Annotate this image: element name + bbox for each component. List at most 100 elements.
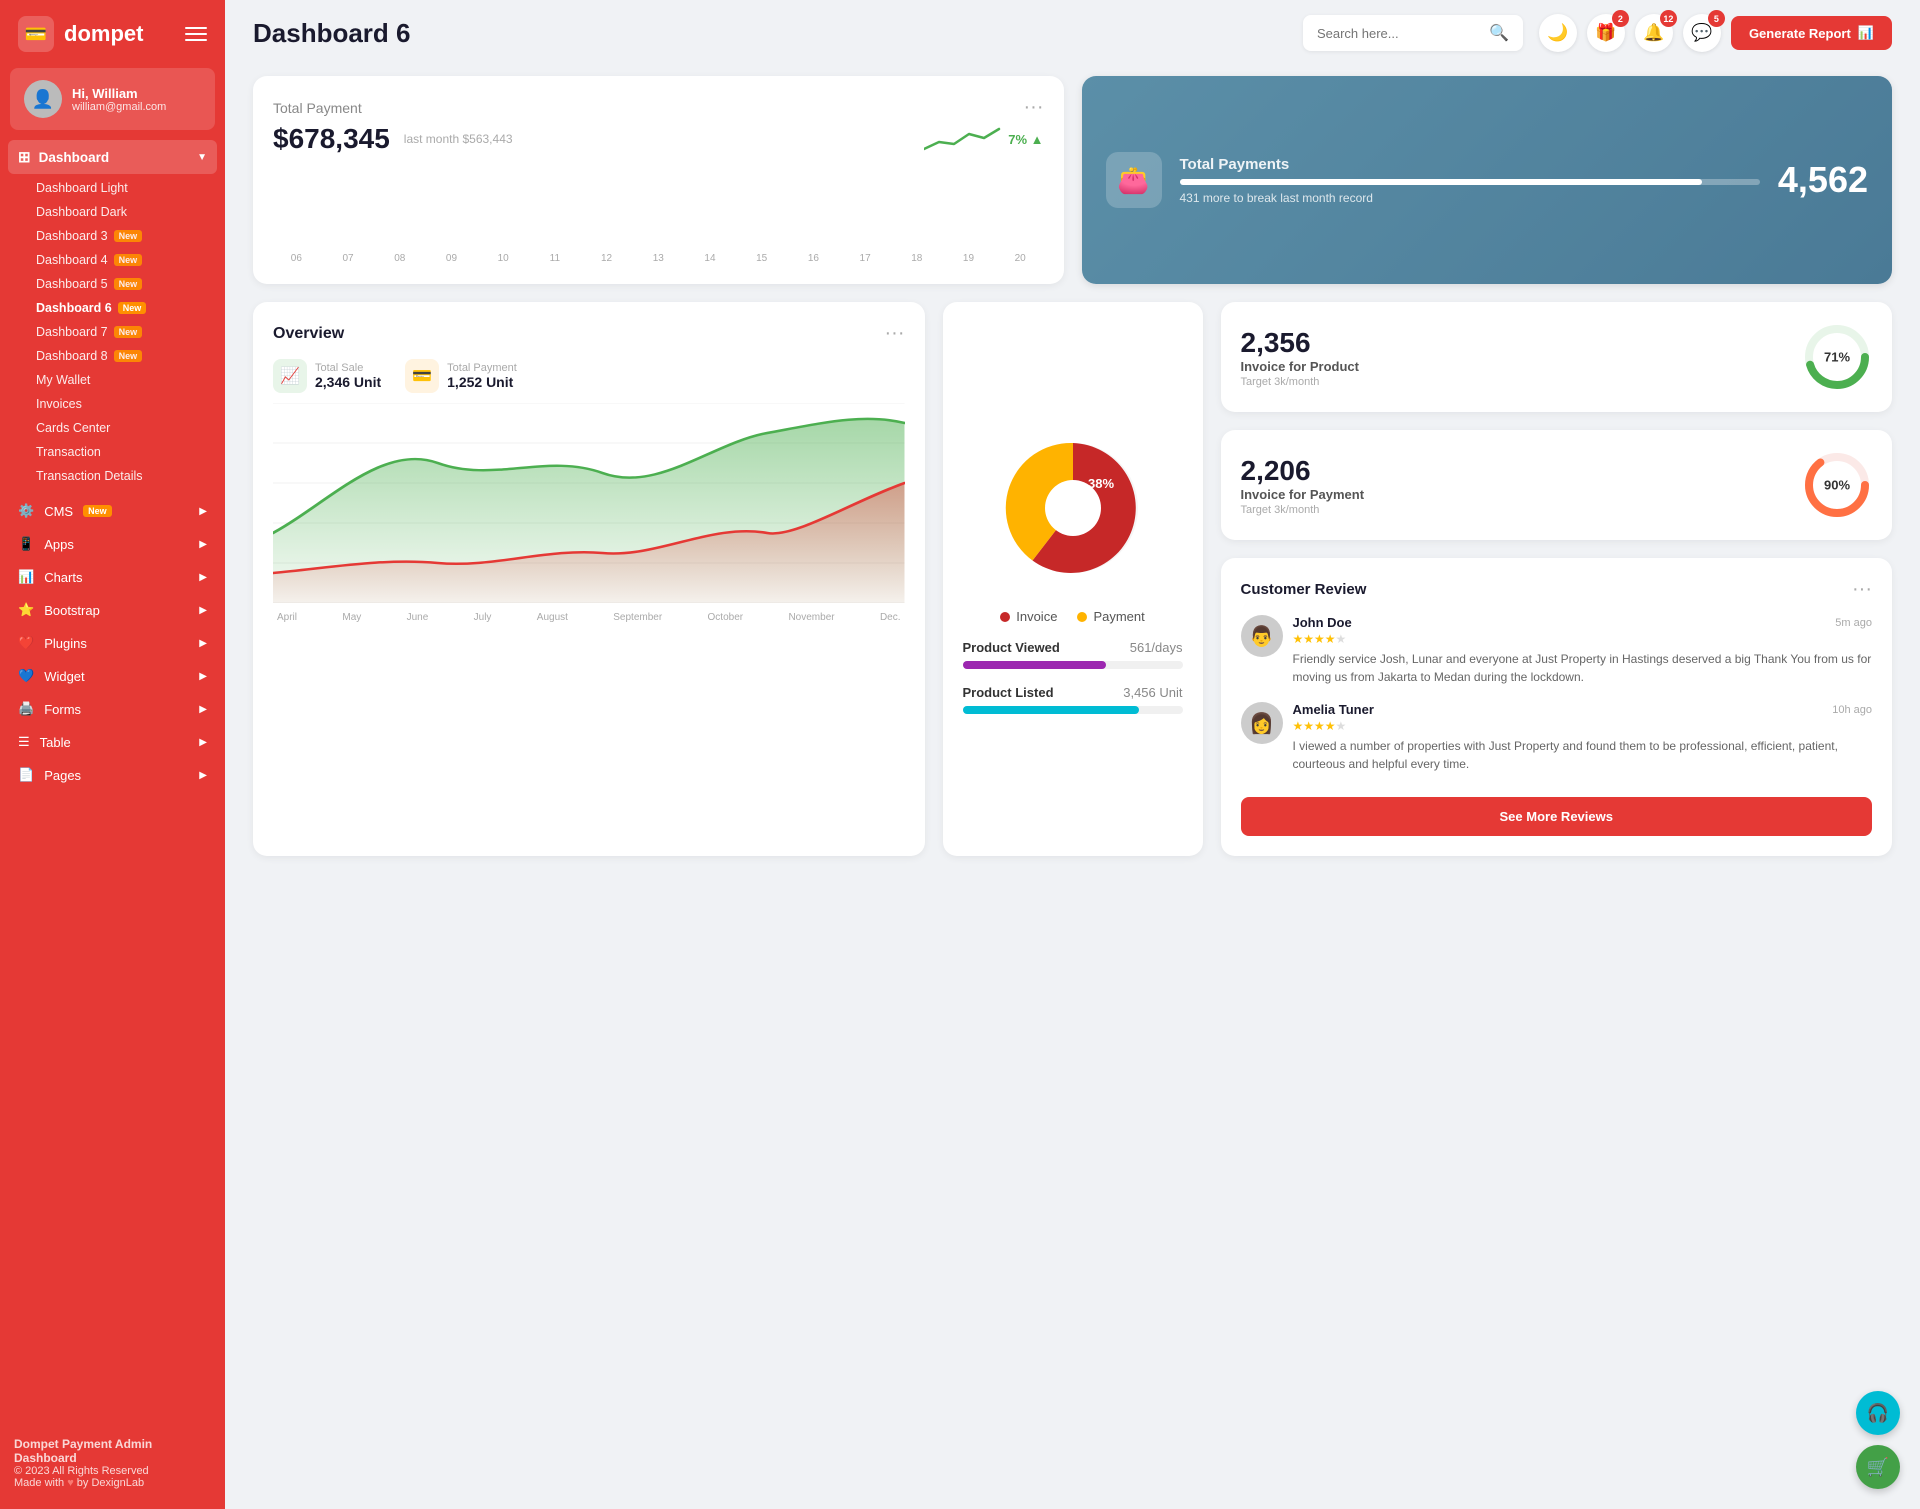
sidebar-item-transaction[interactable]: Transaction — [26, 440, 217, 464]
generate-report-btn[interactable]: Generate Report 📊 — [1731, 16, 1892, 50]
trend-line-chart — [924, 124, 1004, 154]
sidebar-item-table[interactable]: ☰ Table ▶ — [8, 726, 217, 758]
dashboard-menu-icon: ⊞ — [18, 148, 31, 166]
product-viewed-stat: Product Viewed 561/days — [963, 640, 1183, 669]
bootstrap-label: Bootstrap — [44, 603, 100, 618]
review-stars-1: ★★★★★ — [1293, 632, 1873, 646]
forms-label: Forms — [44, 702, 81, 717]
invoice-payment-amount: 2,206 — [1241, 455, 1789, 487]
avatar: 👤 — [24, 80, 62, 118]
reviewer-name-1: John Doe — [1293, 615, 1352, 630]
sidebar-item-transaction-details[interactable]: Transaction Details — [26, 464, 217, 488]
chevron-right-icon: ▶ — [199, 539, 207, 550]
sidebar-user: 👤 Hi, William william@gmail.com — [10, 68, 215, 130]
notification-btn[interactable]: 🔔 12 — [1635, 14, 1673, 52]
overview-menu[interactable]: ··· — [885, 322, 905, 345]
legend-total-payment: 💳 Total Payment 1,252 Unit — [405, 359, 517, 393]
gift-btn[interactable]: 🎁 2 — [1587, 14, 1625, 52]
product-listed-bar-bg — [963, 706, 1183, 714]
sidebar-item-apps[interactable]: 📱 Apps ▶ — [8, 528, 217, 560]
blue-card-title: Total Payments — [1180, 156, 1760, 173]
total-payments-blue-card: 👛 Total Payments 431 more to break last … — [1082, 76, 1893, 284]
total-payment-card: Total Payment ··· $678,345 last month $5… — [253, 76, 1064, 284]
review-card-title: Customer Review — [1241, 581, 1367, 598]
review-content-2: Amelia Tuner 10h ago ★★★★★ I viewed a nu… — [1293, 702, 1873, 773]
product-listed-value: 3,456 Unit — [1123, 685, 1182, 700]
nav-section: ⚙️ CMS New ▶ 📱 Apps ▶ 📊 Charts ▶ ⭐ Boots… — [0, 494, 225, 792]
sidebar-item-bootstrap[interactable]: ⭐ Bootstrap ▶ — [8, 594, 217, 626]
chevron-right-icon: ▶ — [199, 671, 207, 682]
sidebar-item-dashboard-light[interactable]: Dashboard Light — [26, 176, 217, 200]
table-label: Table — [40, 735, 71, 750]
sidebar-item-dashboard-5[interactable]: Dashboard 5 New — [26, 272, 217, 296]
logo-icon: 💳 — [18, 16, 54, 52]
chat-btn[interactable]: 💬 5 — [1683, 14, 1721, 52]
see-more-reviews-btn[interactable]: See More Reviews — [1241, 797, 1873, 836]
pie-chart-card: 62% 38% Invoice Payment — [943, 302, 1203, 856]
user-name: Hi, William — [72, 86, 166, 101]
total-payment-value-legend: 1,252 Unit — [447, 374, 517, 390]
footer-made-with: Made with ♥ by DexignLab — [14, 1477, 211, 1489]
apps-icon: 📱 — [18, 536, 34, 552]
gift-badge: 2 — [1612, 10, 1629, 27]
dashboard-menu-header[interactable]: ⊞ Dashboard ▼ — [8, 140, 217, 174]
hamburger-btn[interactable] — [185, 27, 207, 41]
sidebar-item-cms[interactable]: ⚙️ CMS New ▶ — [8, 495, 217, 527]
theme-toggle-btn[interactable]: 🌙 — [1539, 14, 1577, 52]
sidebar-item-forms[interactable]: 🖨️ Forms ▶ — [8, 693, 217, 725]
trend-percent: 7% ▲ — [1008, 132, 1043, 147]
sidebar-item-dashboard-3[interactable]: Dashboard 3 New — [26, 224, 217, 248]
total-payment-title: Total Payment — [273, 100, 362, 116]
invoice-product-donut: 71% — [1802, 322, 1872, 392]
pie-chart-container: 62% 38% — [993, 428, 1153, 593]
wallet-icon: 👛 — [1117, 165, 1149, 196]
invoice-product-label: Invoice for Product — [1241, 359, 1789, 374]
sidebar-logo[interactable]: 💳 dompet — [0, 0, 225, 68]
sidebar-item-dashboard-8[interactable]: Dashboard 8 New — [26, 344, 217, 368]
invoice-payment-percent: 90% — [1824, 478, 1850, 493]
chevron-right-icon: ▶ — [199, 704, 207, 715]
chevron-right-icon: ▶ — [199, 638, 207, 649]
legend-total-sale: 📈 Total Sale 2,346 Unit — [273, 359, 381, 393]
blue-card-info: Total Payments 431 more to break last mo… — [1180, 156, 1760, 205]
product-viewed-value: 561/days — [1130, 640, 1183, 655]
reviewer-name-2: Amelia Tuner — [1293, 702, 1374, 717]
support-float-btn[interactable]: 🎧 — [1856, 1391, 1900, 1435]
user-email: william@gmail.com — [72, 101, 166, 113]
cart-float-btn[interactable]: 🛒 — [1856, 1445, 1900, 1489]
invoice-dot — [1000, 612, 1010, 622]
bar-chart — [273, 169, 1044, 249]
apps-label: Apps — [44, 537, 74, 552]
review-menu[interactable]: ··· — [1852, 578, 1872, 601]
search-input[interactable] — [1317, 26, 1481, 41]
sidebar-item-dashboard-6[interactable]: Dashboard 6 New — [26, 296, 217, 320]
sidebar-footer: Dompet Payment Admin Dashboard © 2023 Al… — [0, 1425, 225, 1489]
search-box[interactable]: 🔍 — [1303, 15, 1523, 51]
product-viewed-bar-bg — [963, 661, 1183, 669]
sidebar-item-cards-center[interactable]: Cards Center — [26, 416, 217, 440]
sidebar-item-dashboard-7[interactable]: Dashboard 7 New — [26, 320, 217, 344]
review-text-2: I viewed a number of properties with Jus… — [1293, 737, 1873, 773]
pie-legend-payment: Payment — [1077, 609, 1144, 624]
sidebar-item-invoices[interactable]: Invoices — [26, 392, 217, 416]
sidebar-item-charts[interactable]: 📊 Charts ▶ — [8, 561, 217, 593]
bell-icon: 🔔 — [1643, 23, 1664, 43]
page-title: Dashboard 6 — [253, 18, 1287, 49]
blue-card-progress-bg — [1180, 179, 1760, 185]
cms-badge: New — [83, 505, 112, 517]
product-listed-bar-fill — [963, 706, 1139, 714]
sidebar-item-plugins[interactable]: ❤️ Plugins ▶ — [8, 627, 217, 659]
cms-label: CMS — [44, 504, 73, 519]
product-viewed-label: Product Viewed — [963, 640, 1060, 655]
charts-icon: 📊 — [18, 569, 34, 585]
sidebar-item-dashboard-dark[interactable]: Dashboard Dark — [26, 200, 217, 224]
cart-icon: 🛒 — [1867, 1457, 1889, 1478]
sidebar-item-my-wallet[interactable]: My Wallet — [26, 368, 217, 392]
sidebar-item-widget[interactable]: 💙 Widget ▶ — [8, 660, 217, 692]
sidebar-item-pages[interactable]: 📄 Pages ▶ — [8, 759, 217, 791]
forms-icon: 🖨️ — [18, 701, 34, 717]
gift-icon: 🎁 — [1595, 23, 1616, 43]
total-payment-menu[interactable]: ··· — [1024, 96, 1044, 119]
sidebar-item-dashboard-4[interactable]: Dashboard 4 New — [26, 248, 217, 272]
product-stats: Product Viewed 561/days Product Listed 3… — [963, 640, 1183, 730]
